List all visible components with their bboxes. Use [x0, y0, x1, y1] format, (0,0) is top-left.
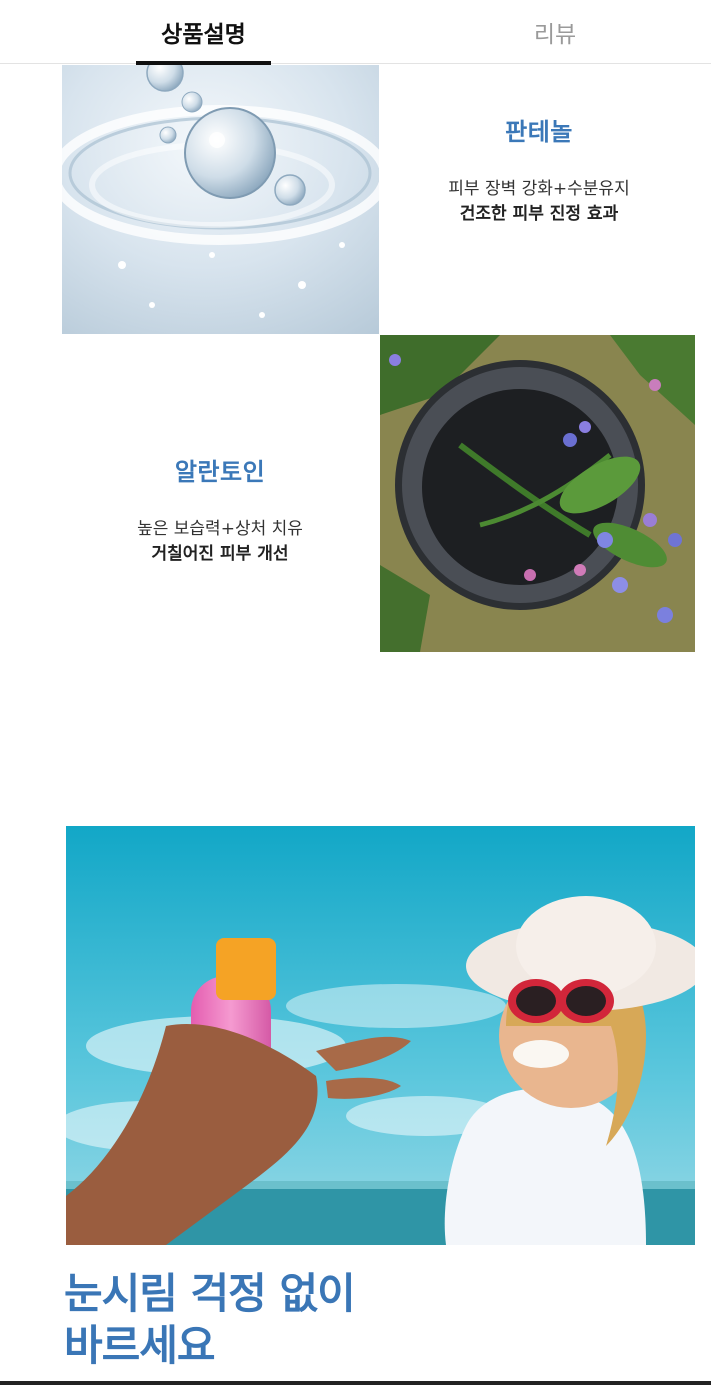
tab-bar: 상품설명 리뷰: [0, 0, 711, 65]
ingredient-title: 판테놀: [505, 118, 573, 146]
promo-headline: 눈시림 걱정 없이 바르세요: [64, 1268, 664, 1372]
panthenol-water-image: [62, 65, 379, 334]
product-detail-page: 상품설명 리뷰 판테놀 피부 장벽 강화+수분유지 건조한 피부 진정 효과 알…: [0, 0, 711, 1385]
ingredient-effect: 거칠어진 피부 개선: [151, 544, 289, 564]
ingredient-effect: 건조한 피부 진정 효과: [459, 204, 619, 224]
ingredient-title: 알란토인: [174, 458, 266, 486]
bottom-divider: [0, 1381, 711, 1385]
promo-headline-line2: 바르세요: [64, 1321, 216, 1370]
allantoin-herb-image: [380, 335, 695, 652]
child-sunscreen-photo: [66, 826, 695, 1245]
tab-product-description-label: 상품설명: [161, 22, 246, 48]
ingredient-benefit: 높은 보습력+상처 치유: [137, 519, 303, 539]
ingredient-allantoin: 알란토인 높은 보습력+상처 치유 거칠어진 피부 개선: [60, 452, 380, 567]
tab-product-description[interactable]: 상품설명: [136, 0, 271, 65]
tab-review-label: 리뷰: [533, 22, 577, 48]
tab-review[interactable]: 리뷰: [490, 0, 620, 64]
ingredient-panthenol: 판테놀 피부 장벽 강화+수분유지 건조한 피부 진정 효과: [380, 112, 698, 227]
promo-headline-line1: 눈시림 걱정 없이: [64, 1269, 356, 1318]
ingredient-benefit: 피부 장벽 강화+수분유지: [448, 179, 630, 199]
